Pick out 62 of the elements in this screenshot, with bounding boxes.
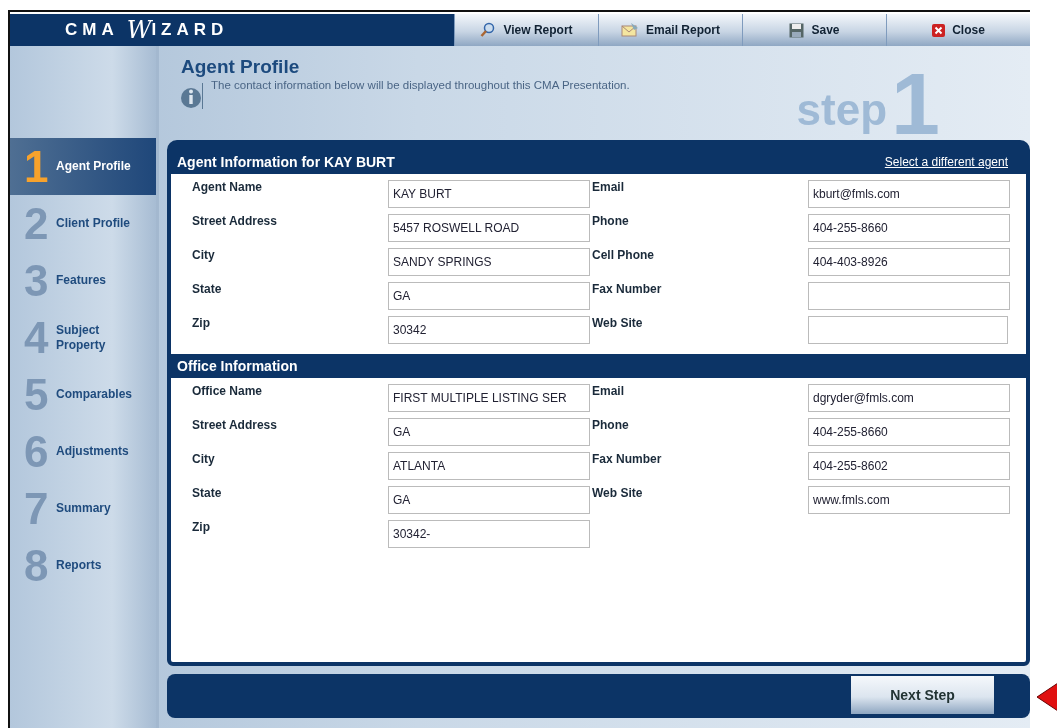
input-field[interactable]: KAY BURT [388,180,590,208]
next-step-button[interactable]: Next Step [851,676,994,714]
step-item[interactable]: 3 Features [10,252,156,309]
section-title: Agent Information for KAY BURT [177,154,395,170]
input-field[interactable] [808,316,1008,344]
field-label: Street Address [192,214,278,230]
input-field[interactable] [808,282,1010,310]
field-label: Office Name [192,384,264,400]
field-label: State [192,486,223,502]
field-label: Web Site [592,486,644,502]
input-field[interactable]: kburt@fmls.com [808,180,1010,208]
magnifier-icon [480,22,497,38]
field-label: Phone [592,214,630,230]
step-watermark: step 1 [796,68,940,140]
info-icon [181,83,203,109]
field-label: Fax Number [592,282,663,298]
toolbar-button[interactable]: Email Report [598,14,742,46]
input-field[interactable]: GA [388,486,590,514]
input-field[interactable]: 404-255-8660 [808,418,1010,446]
app-logo: CMA WIZARD [64,15,230,46]
field-label: Web Site [592,316,644,332]
input-field[interactable]: 404-255-8660 [808,214,1010,242]
field-label: Cell Phone [592,248,655,264]
field-label: Email [592,384,625,400]
field-label: Zip [192,316,211,332]
step-item[interactable]: 8 Reports [10,537,156,594]
input-field[interactable]: SANDY SPRINGS [388,248,590,276]
envelope-icon [621,22,639,38]
input-field[interactable]: GA [388,282,590,310]
input-field[interactable]: 404-403-8926 [808,248,1010,276]
step-item[interactable]: 6 Adjustments [10,423,156,480]
input-field[interactable]: FIRST MULTIPLE LISTING SER [388,384,590,412]
step-item[interactable]: 5 Comparables [10,366,156,423]
field-label: Phone [592,418,630,434]
pointer-arrow-icon [1036,682,1057,712]
input-field[interactable]: 404-255-8602 [808,452,1010,480]
field-label: City [192,452,216,468]
input-field[interactable]: www.fmls.com [808,486,1010,514]
page-title: Agent Profile [181,56,301,78]
field-label: Agent Name [192,180,263,196]
input-field[interactable]: 5457 ROSWELL ROAD [388,214,590,242]
input-field[interactable]: GA [388,418,590,446]
input-field[interactable]: 30342 [388,316,590,344]
field-label: Zip [192,520,211,536]
section-title: Office Information [177,358,298,374]
field-label: Fax Number [592,452,663,468]
field-label: State [192,282,223,298]
select-agent-link[interactable]: Select a different agent [884,155,1008,169]
input-field[interactable]: 30342- [388,520,590,548]
step-item[interactable]: 7 Summary [10,480,156,537]
toolbar-button[interactable]: View Report [454,14,598,46]
field-label: City [192,248,216,264]
input-field[interactable]: ATLANTA [388,452,590,480]
field-label: Street Address [192,418,278,434]
close-icon [932,23,946,37]
toolbar-button[interactable]: Close [886,14,1030,46]
input-field[interactable]: dgryder@fmls.com [808,384,1010,412]
toolbar-button[interactable]: Save [742,14,886,46]
field-label: Email [592,180,625,196]
step-item[interactable]: 2 Client Profile [10,195,156,252]
page-description: The contact information below will be displayed throughout this CMA Presentation. [211,79,630,91]
step-item[interactable]: 1 Agent Profile [10,138,156,195]
